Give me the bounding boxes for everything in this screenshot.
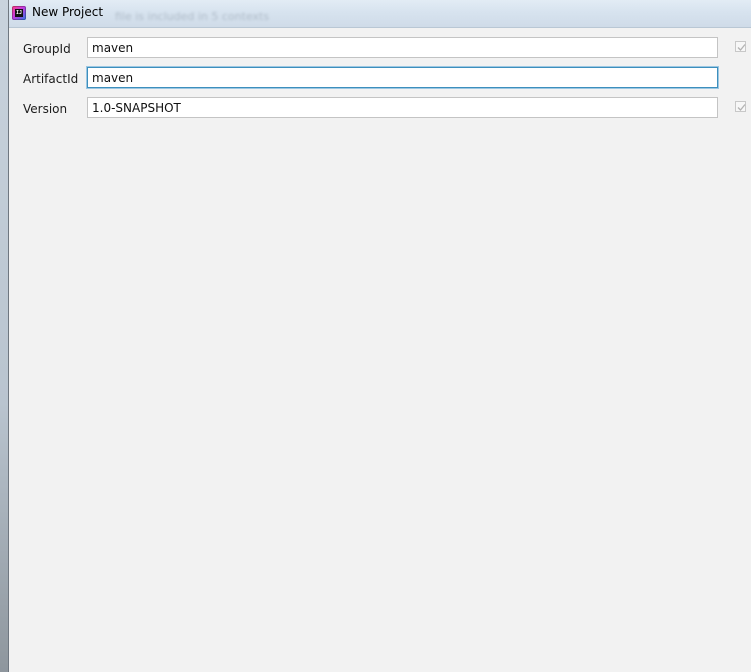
version-label: Version [23, 102, 68, 116]
groupid-label: GroupId [23, 42, 71, 56]
version-input[interactable] [87, 97, 718, 118]
artifactid-label: ArtifactId [23, 72, 79, 86]
check-icon [737, 44, 746, 51]
new-project-dialog: IJ New Project file is included in 5 con… [9, 0, 751, 672]
artifactid-input[interactable] [87, 67, 718, 88]
desktop-background-strip [0, 0, 9, 672]
check-icon [737, 104, 746, 111]
groupid-input[interactable] [87, 37, 718, 58]
background-hint-text: file is included in 5 contexts [115, 10, 270, 23]
version-inherit-checkbox[interactable] [735, 101, 746, 112]
dialog-title: New Project [32, 5, 104, 19]
intellij-app-icon: IJ [12, 6, 26, 20]
groupid-inherit-checkbox[interactable] [735, 41, 746, 52]
dialog-titlebar[interactable]: IJ New Project file is included in 5 con… [9, 0, 751, 28]
version-row: Version [9, 97, 751, 121]
artifactid-row: ArtifactId [9, 67, 751, 91]
groupid-row: GroupId [9, 37, 751, 61]
